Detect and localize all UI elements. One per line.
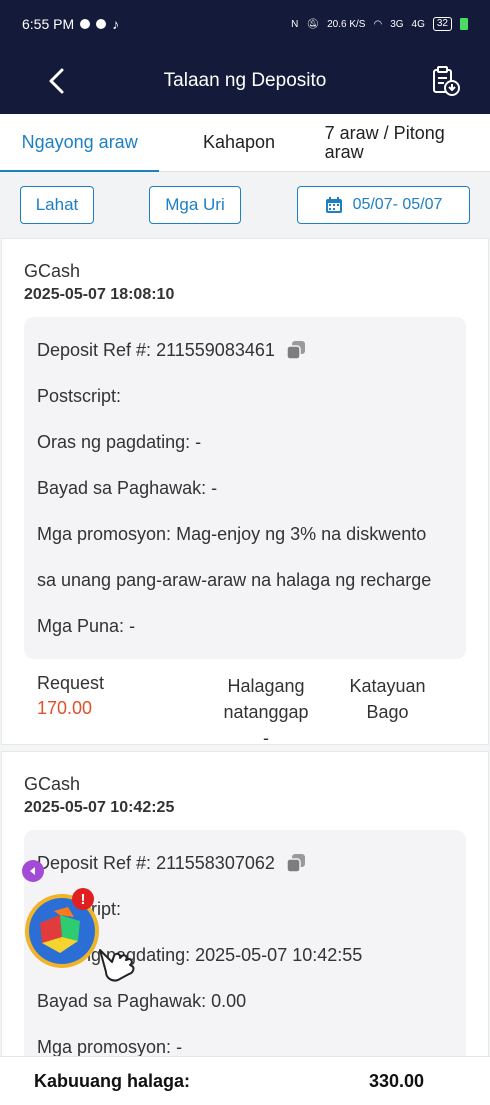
filter-types-button[interactable]: Mga Uri [149,186,241,224]
fee-value: 0.00 [211,991,247,1011]
filter-bar: Lahat Mga Uri 05/07- 05/07 [0,172,490,238]
total-value: 330.00 [368,1070,424,1091]
date-range-label: 05/07- 05/07 [352,196,443,213]
total-label: Kabuuang halaga: [34,1070,191,1091]
payment-method: GCash [24,261,81,281]
reddit-icon [96,19,107,29]
fee-value: - [211,478,218,498]
filter-all-button[interactable]: Lahat [20,186,94,224]
arrow-left-icon [30,867,35,875]
charging-icon [460,18,468,30]
promo-label: Mga promosyon: [37,1037,172,1056]
record-summary: Request 170.00 Halagang natanggap - Kata… [24,659,466,763]
date-tabs: Ngayong araw Kahapon 7 araw / Pitong ara… [0,114,490,172]
postscript-label: Postscript: [37,386,122,406]
calendar-icon [325,197,342,213]
received-label: Halagang natanggap [223,676,309,722]
tab-today[interactable]: Ngayong araw [0,114,160,172]
ref-row: Deposit Ref #: 211559083461 [37,327,453,373]
fee-label: Bayad sa Paghawak: [37,478,207,498]
app-bar: Talaan ng Deposito [0,48,490,114]
fee-row: Bayad sa Paghawak: - [37,465,453,511]
ref-value: 211559083461 [156,340,275,360]
ref-label: Deposit Ref #: [37,340,152,360]
wifi-icon: ◠ [373,18,383,30]
record-datetime: 2025-05-07 18:08:10 [24,286,175,303]
arrival-label: Oras ng pagdating: [37,432,191,452]
received-value: - [263,728,269,748]
signal-3g: 3G [390,18,404,30]
battery-icon: 32 [432,17,452,31]
signal-4g: 4G [411,18,425,30]
copy-icon[interactable] [285,339,307,361]
promo-value: - [176,1037,183,1056]
mute-icon: 🔕︎ [306,18,320,30]
status-time: 6:55 PM [22,16,75,32]
notification-badge: ! [72,888,94,910]
request-amount: 170.00 [37,698,93,718]
promo-value-line2: sa unang pang-araw-araw na halaga ng rec… [37,570,432,590]
arrival-value: - [195,432,202,452]
download-record-icon[interactable] [428,64,462,98]
tab-seven-days[interactable]: 7 araw / Pitong araw [319,114,490,171]
date-range-button[interactable]: 05/07- 05/07 [297,186,470,224]
payment-method: GCash [24,774,81,794]
remarks-row: Mga Puna: - [37,603,453,649]
collapse-widget-icon[interactable] [22,860,44,882]
messenger-icon [80,19,91,29]
promo-row-continued: sa unang pang-araw-araw na halaga ng rec… [37,557,453,603]
arrival-row: Oras ng pagdating: - [37,419,453,465]
ref-row: Deposit Ref #: 211558307062 [37,840,453,886]
nfc-icon: N [291,18,299,30]
postscript-row: Postscript: [37,373,453,419]
total-footer: Kabuuang halaga: 330.00 [0,1056,490,1105]
promo-row: Mga promosyon: Mag-enjoy ng 3% na diskwe… [37,511,453,557]
status-bar: 6:55 PM ♪ N 🔕︎ 20.6 K/S ◠ 3G 4G 32 [0,0,490,48]
ref-label: Deposit Ref #: [37,853,152,873]
remarks-value: - [129,616,136,636]
deposit-record: GCash 2025-05-07 18:08:10 Deposit Ref #:… [1,238,489,748]
remarks-label: Mga Puna: [37,616,125,636]
pointer-hand-icon [99,949,135,982]
promo-label: Mga promosyon: [37,524,172,544]
promo-value-line1: Mag-enjoy ng 3% na diskwento [176,524,427,544]
fee-label: Bayad sa Paghawak: [37,991,207,1011]
promo-row: Mga promosyon: - [37,1024,453,1056]
tiktok-icon: ♪ [112,16,120,32]
net-speed: 20.6 K/S [327,18,366,30]
tab-yesterday[interactable]: Kahapon [159,114,318,171]
status-label: Katayuan [349,676,426,696]
fee-row: Bayad sa Paghawak: 0.00 [37,978,453,1024]
record-datetime: 2025-05-07 10:42:25 [24,799,175,816]
copy-icon[interactable] [285,852,307,874]
ref-value: 211558307062 [156,853,275,873]
request-label: Request [37,673,105,693]
back-arrow-icon[interactable] [44,66,72,96]
status-value: Bago [366,702,409,722]
page-title: Talaan ng Deposito [163,70,327,91]
arrival-value: 2025-05-07 10:42:55 [195,945,363,965]
record-details: Deposit Ref #: 211559083461 Postscript: … [24,317,466,659]
